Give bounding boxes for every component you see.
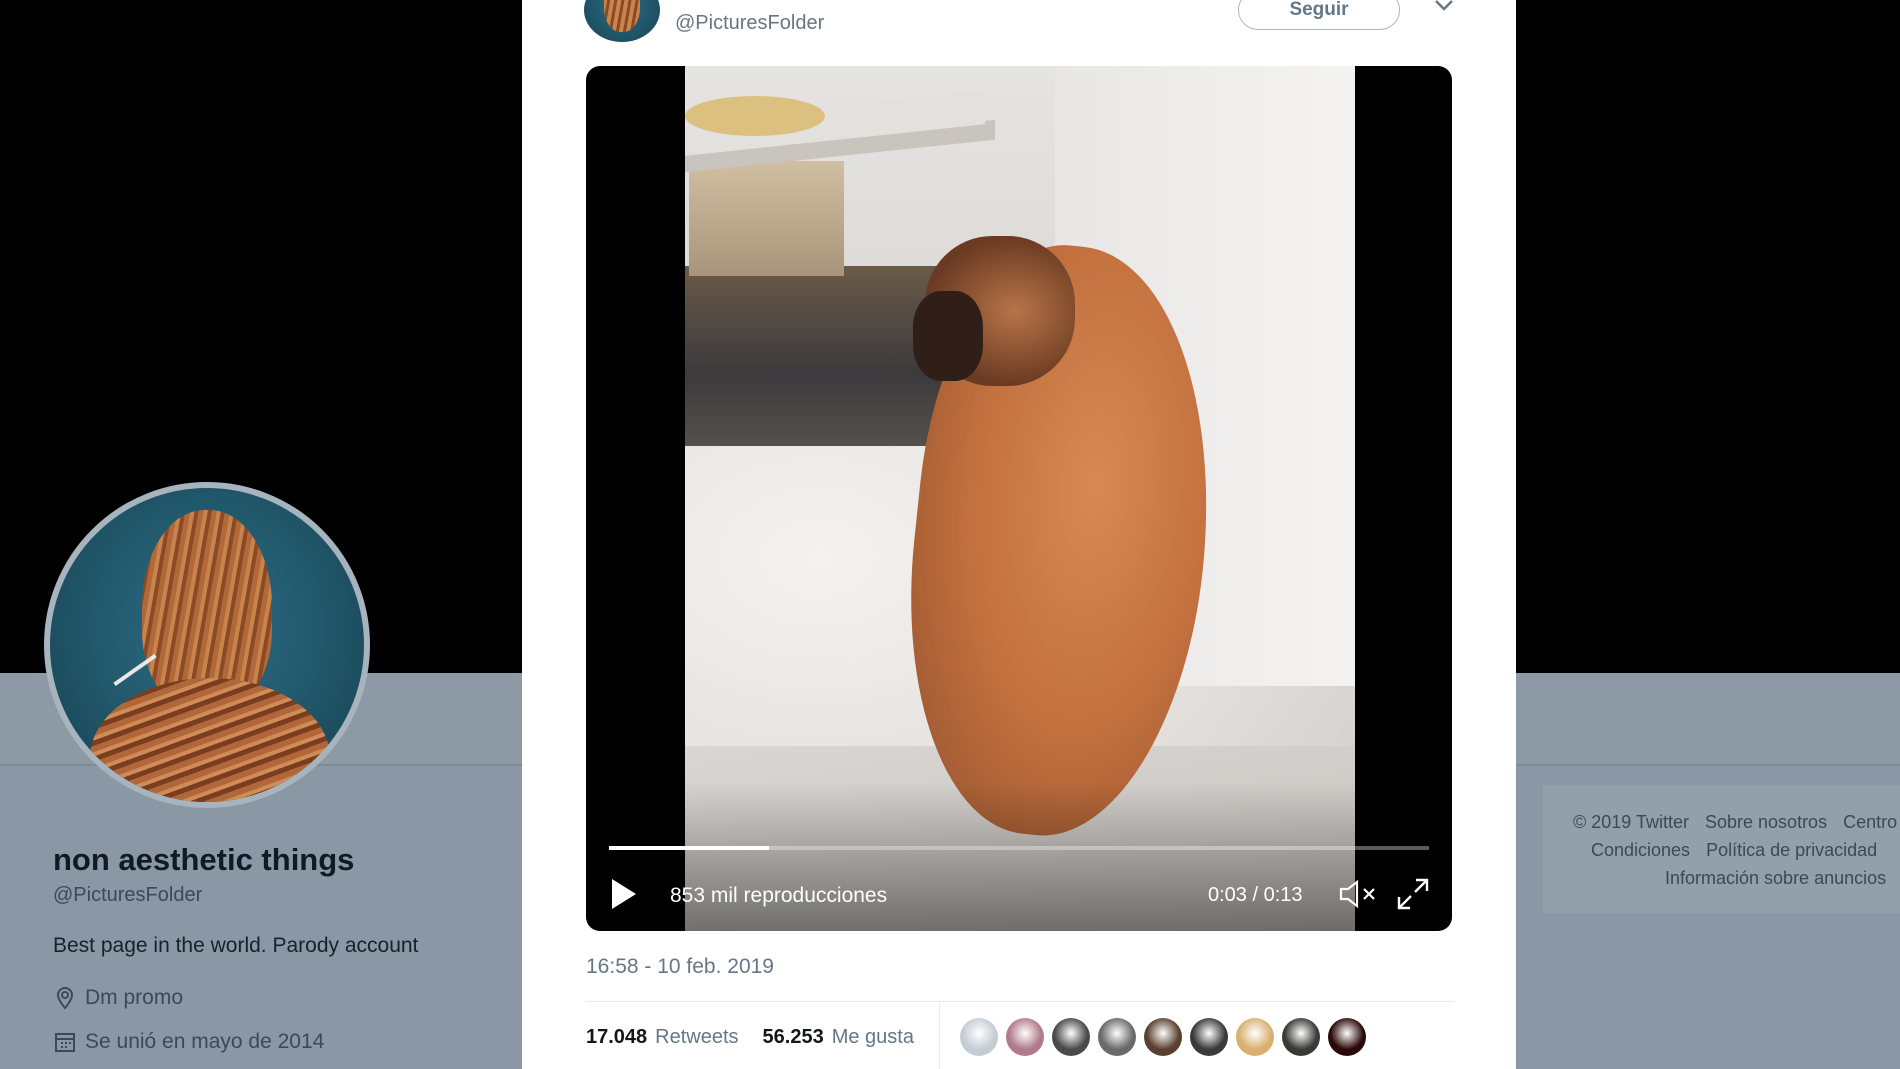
liker-avatar[interactable] (1098, 1018, 1136, 1056)
tweet-stats: 17.048 Retweets 56.253 Me gusta (586, 1026, 930, 1049)
liker-avatar[interactable] (1282, 1018, 1320, 1056)
liker-avatar[interactable] (1236, 1018, 1274, 1056)
fullscreen-button[interactable] (1393, 878, 1433, 914)
avatar-neck (90, 678, 330, 802)
retweet-label[interactable]: Retweets (655, 1026, 738, 1049)
profile-name[interactable]: non aesthetic things (53, 842, 354, 878)
screen: non aesthetic things @PicturesFolder Bes… (0, 0, 1900, 1069)
video-player[interactable]: 853 mil reproducciones 0:03 / 0:13 (586, 66, 1452, 931)
footer-link-privacy[interactable]: Política de privacidad (1706, 840, 1877, 861)
tweet-menu-button[interactable] (1428, 0, 1460, 20)
profile-joined-text: Se unió en mayo de 2014 (85, 1030, 325, 1053)
liker-avatars (960, 1018, 1366, 1056)
chevron-down-icon (1433, 0, 1455, 17)
video-controls-gradient (586, 781, 1452, 931)
calendar-icon (53, 1030, 77, 1054)
liker-avatar[interactable] (960, 1018, 998, 1056)
profile-joined: Se unió en mayo de 2014 (53, 1030, 324, 1054)
profile-bio: Best page in the world. Parody account (53, 934, 419, 957)
tweet-author-avatar[interactable] (584, 0, 660, 42)
retweet-count[interactable]: 17.048 (586, 1026, 647, 1049)
video-view-count: 853 mil reproducciones (670, 884, 888, 907)
footer-link-terms[interactable]: Condiciones (1591, 840, 1690, 861)
profile-location-text: Dm promo (85, 986, 184, 1009)
profile-avatar[interactable] (44, 482, 370, 808)
footer-row-1: © 2019 Twitter Sobre nosotros Centro (1573, 812, 1897, 833)
liker-avatar[interactable] (1144, 1018, 1182, 1056)
like-label[interactable]: Me gusta (832, 1026, 914, 1049)
liker-avatar[interactable] (1328, 1018, 1366, 1056)
video-plate (685, 96, 825, 136)
like-count[interactable]: 56.253 (763, 1026, 824, 1049)
video-progress-bar[interactable] (609, 846, 1429, 850)
video-dog-snout (913, 291, 983, 381)
mute-button[interactable] (1336, 878, 1380, 914)
liker-avatar[interactable] (1052, 1018, 1090, 1056)
video-progress-fill (609, 846, 769, 850)
follow-button[interactable]: Seguir (1238, 0, 1400, 30)
footer-row-2: Condiciones Política de privacidad (1591, 840, 1877, 861)
footer-link-ads-info[interactable]: Información sobre anuncios (1665, 868, 1886, 889)
video-drawer (689, 161, 844, 276)
tweet-modal: @PicturesFolder Seguir 853 mil reproducc… (522, 0, 1516, 1069)
play-button[interactable] (606, 876, 642, 916)
fullscreen-icon (1396, 877, 1430, 916)
video-time: 0:03 / 0:13 (1208, 884, 1303, 906)
profile-handle[interactable]: @PicturesFolder (53, 884, 202, 907)
footer-row-3: Información sobre anuncios (1665, 868, 1886, 889)
footer-link-about[interactable]: Sobre nosotros (1705, 812, 1827, 833)
profile-location: Dm promo (53, 986, 183, 1010)
speaker-muted-icon (1338, 879, 1378, 914)
tweet-author-handle[interactable]: @PicturesFolder (675, 12, 824, 35)
footer-link-help[interactable]: Centro (1843, 812, 1897, 833)
liker-avatar[interactable] (1006, 1018, 1044, 1056)
liker-avatar[interactable] (1190, 1018, 1228, 1056)
stats-divider (939, 1001, 940, 1069)
tweet-divider (586, 1001, 1454, 1002)
play-icon (610, 877, 638, 916)
footer-copyright: © 2019 Twitter (1573, 812, 1689, 832)
location-pin-icon (53, 986, 77, 1010)
tweet-timestamp[interactable]: 16:58 - 10 feb. 2019 (586, 955, 774, 979)
